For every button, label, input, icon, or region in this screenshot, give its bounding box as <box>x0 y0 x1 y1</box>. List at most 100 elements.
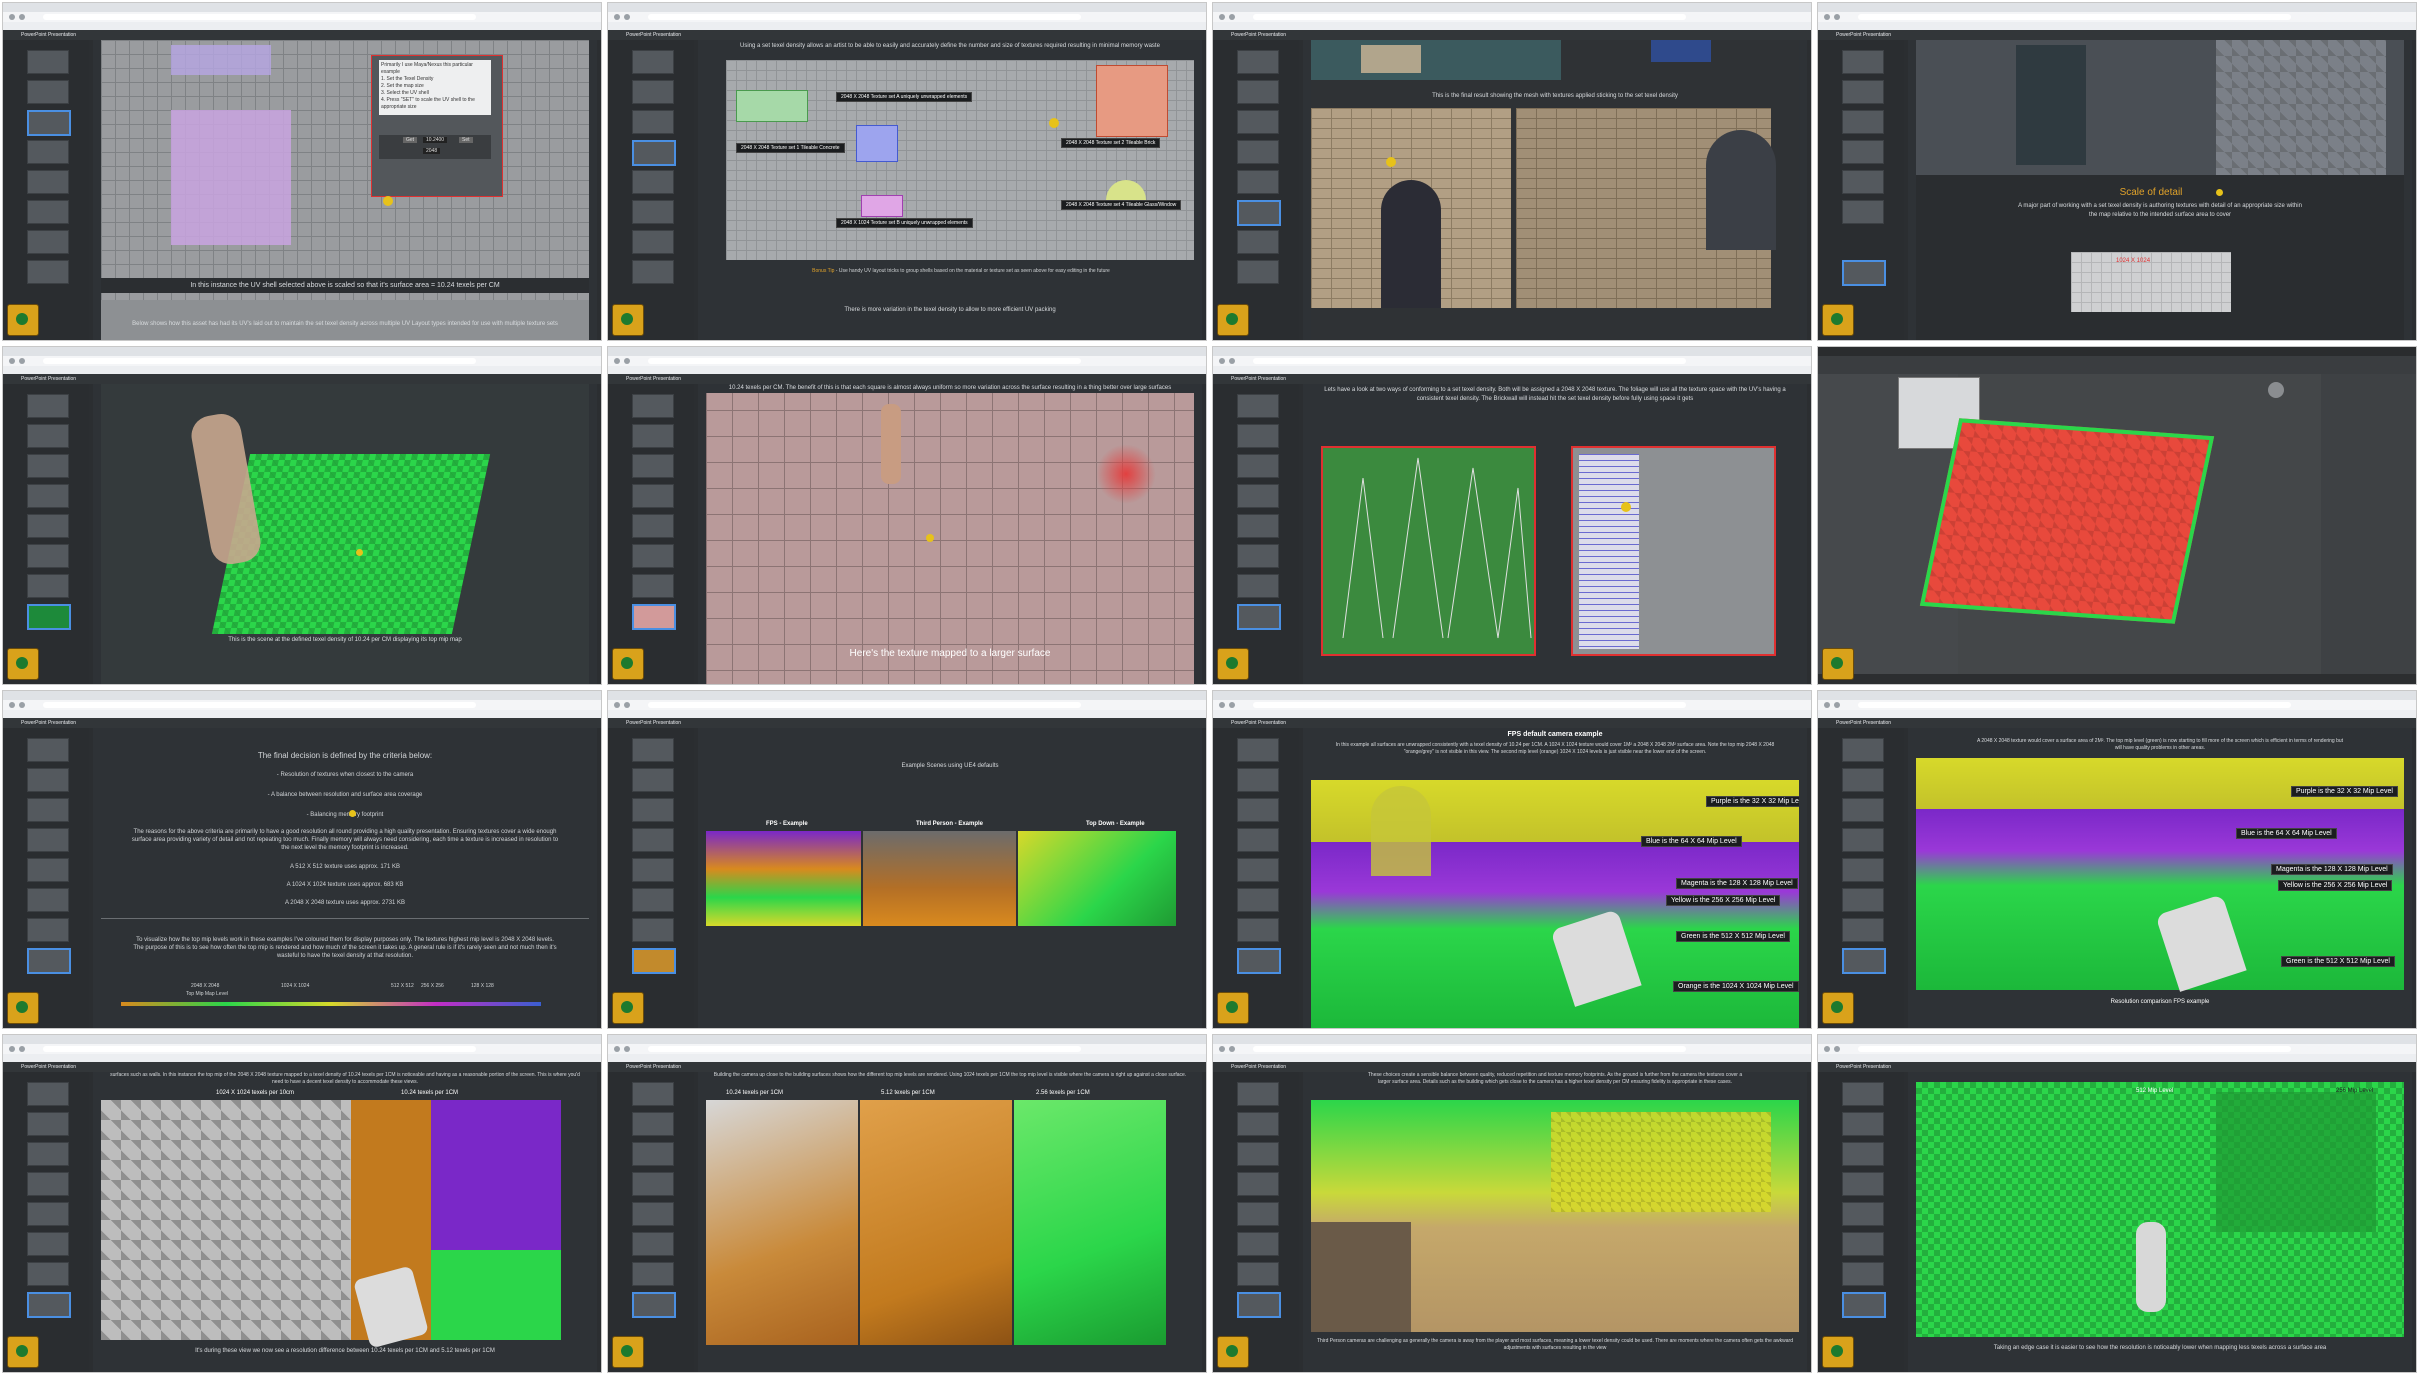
bar-label: 2048 X 2048 <box>191 983 220 989</box>
slide-thumbnails[interactable] <box>1818 728 1904 1028</box>
slide-thumbnails[interactable] <box>1818 1072 1904 1372</box>
slide-footer: Third Person cameras are challenging as … <box>1317 1338 1793 1351</box>
view-label: 1024 X 1024 texels per 10cm <box>216 1090 295 1096</box>
slide-viewer: Primarily I use Maya/Nexus this particul… <box>93 40 597 340</box>
panel-label: Top Down - Example <box>1086 821 1145 827</box>
screenshot-14: PowerPoint Presentation Building the cam… <box>607 1034 1207 1373</box>
slide-caption: Resolution comparison FPS example <box>2110 999 2210 1005</box>
texture-set-label: 2048 X 2048 Texture set A uniquely unwra… <box>836 92 973 102</box>
map-size-field[interactable]: 2048 <box>423 148 441 154</box>
slide-footer: It's during these view we now see a reso… <box>195 1348 495 1354</box>
view-label: 10.24 texels per 1CM <box>401 1090 459 1096</box>
screenshot-10: PowerPoint Presentation Example Scenes u… <box>607 690 1207 1029</box>
channel-logo-icon <box>7 992 39 1024</box>
mip-label: 512 Mip Level <box>2136 1088 2174 1094</box>
mip-label: 256 Mip Level <box>2336 1088 2374 1094</box>
slide-thumbnails[interactable] <box>608 1072 694 1372</box>
app-header: PowerPoint Presentation <box>3 1062 601 1072</box>
instruction-line: 2. Set the map size <box>381 83 424 89</box>
density-field[interactable]: 10.2400 <box>423 137 448 143</box>
slide-paragraph: The reasons for the above criteria are p… <box>131 829 559 851</box>
slide-thumbnails[interactable] <box>1213 1072 1299 1372</box>
set-button[interactable]: Set <box>459 137 473 143</box>
slide-title: The final decision is defined by the cri… <box>257 751 433 760</box>
get-button[interactable]: Get <box>403 137 418 143</box>
slide-header: surfaces such as walls. In this instance… <box>110 1072 580 1085</box>
slide-viewer: Scale of detail A major part of working … <box>1908 40 2412 340</box>
memory-size: A 1024 X 1024 texture uses approx. 683 K… <box>286 882 404 888</box>
slide-thumbnails[interactable] <box>608 40 694 340</box>
mip-legend-tag: Yellow is the 256 X 256 Mip Level <box>2278 880 2393 891</box>
mip-legend-tag: Purple is the 32 X 32 Mip Level <box>2291 786 2398 797</box>
slide-thumbnails[interactable] <box>1213 40 1299 340</box>
view-label: 2.56 texels per 1CM <box>1036 1090 1090 1096</box>
panel-label: FPS - Example <box>766 821 808 827</box>
view-label: 5.12 texels per 1CM <box>881 1090 935 1096</box>
slide-viewer: This is the scene at the defined texel d… <box>93 384 597 684</box>
slide-thumbnails[interactable] <box>1818 40 1904 340</box>
screenshot-6: PowerPoint Presentation 10.24 texels per… <box>607 346 1207 685</box>
slide-header: Example Scenes using UE4 defaults <box>901 763 999 769</box>
slide-header: Building the camera up close to the buil… <box>713 1072 1187 1078</box>
instruction-line: 3. Select the UV shell <box>381 90 429 96</box>
channel-logo-icon <box>1822 992 1854 1024</box>
slide-thumbnails[interactable] <box>1213 384 1299 684</box>
screenshot-7: PowerPoint Presentation Lets have a look… <box>1212 346 1812 685</box>
channel-logo-icon <box>1822 1336 1854 1368</box>
slide-thumbnails[interactable] <box>3 728 89 1028</box>
slide-thumbnails[interactable] <box>608 728 694 1028</box>
channel-logo-icon <box>612 992 644 1024</box>
panel-label: Third Person - Example <box>916 821 984 827</box>
slide-header: 10.24 texels per CM. The benefit of this… <box>706 384 1194 393</box>
slide-thumbnails[interactable] <box>3 384 89 684</box>
slide-thumbnails[interactable] <box>3 1072 89 1372</box>
slide-viewer: These choices create a sensible balance … <box>1303 1072 1807 1372</box>
slide-viewer: Lets have a look at two ways of conformi… <box>1303 384 1807 684</box>
channel-logo-icon <box>7 304 39 336</box>
screenshot-1: PowerPoint Presentation Primarily I use … <box>2 2 602 341</box>
slide-body: A 2048 X 2048 texture would cover a surf… <box>1976 738 2344 751</box>
slide-body: In this example all surfaces are unwrapp… <box>1335 742 1775 755</box>
slide-viewer: Building the camera up close to the buil… <box>698 1072 1202 1372</box>
bar-label: 128 X 128 <box>471 983 494 989</box>
slide-title: FPS default camera example <box>1507 731 1603 738</box>
slide-viewer: This is the final result showing the mes… <box>1303 40 1807 340</box>
instruction-line: 4. Press "SET" to scale the UV shell to … <box>381 97 475 110</box>
slide-thumbnails[interactable] <box>3 40 89 340</box>
slide-caption: This is the scene at the defined texel d… <box>228 637 462 643</box>
instruction-line: Primarily I use Maya/Nexus this particul… <box>381 62 473 75</box>
instruction-line: 1. Set the Texel Density <box>381 76 434 82</box>
channel-logo-icon <box>7 648 39 680</box>
screenshot-grid: PowerPoint Presentation Primarily I use … <box>0 0 2425 1373</box>
slide-header: Lets have a look at two ways of conformi… <box>1324 387 1786 402</box>
texture-set-label: 2048 X 1024 Texture set B uniquely unwra… <box>836 218 973 228</box>
app-header: PowerPoint Presentation <box>1213 374 1811 384</box>
texture-set-label: 2048 X 2048 Texture set 2 Tileable Brick <box>1061 138 1161 148</box>
screenshot-9: PowerPoint Presentation The final decisi… <box>2 690 602 1029</box>
screenshot-15: PowerPoint Presentation These choices cr… <box>1212 1034 1812 1373</box>
bar-title: Top Mip Map Level <box>186 991 228 997</box>
bullet: - A balance between resolution and surfa… <box>267 792 423 798</box>
slide-viewer: A 2048 X 2048 texture would cover a surf… <box>1908 728 2412 1028</box>
screenshot-4: PowerPoint Presentation Scale of detail … <box>1817 2 2417 341</box>
channel-logo-icon <box>612 1336 644 1368</box>
slide-viewer: 10.24 texels per CM. The benefit of this… <box>698 384 1202 684</box>
bar-label: 256 X 256 <box>421 983 444 989</box>
slide-title: Scale of detail <box>2119 187 2183 198</box>
memory-size: A 512 X 512 texture uses approx. 171 KB <box>289 864 401 870</box>
mip-legend-tag: Magenta is the 128 X 128 Mip Level <box>1676 878 1798 889</box>
foliage-uv-wireframe <box>1342 457 1532 639</box>
app-header: PowerPoint Presentation <box>1213 1062 1811 1072</box>
slide-thumbnails[interactable] <box>608 384 694 684</box>
mip-legend-tag: Magenta is the 128 X 128 Mip Level <box>2271 864 2393 875</box>
app-header: PowerPoint Presentation <box>608 718 1206 728</box>
slide-caption: In this instance the UV shell selected a… <box>101 278 589 293</box>
memory-size: A 2048 X 2048 texture uses approx. 2731 … <box>284 900 406 906</box>
screenshot-3: PowerPoint Presentation This is the fina… <box>1212 2 1812 341</box>
bullet: - Resolution of textures when closest to… <box>276 772 414 778</box>
mip-legend-tag: Blue is the 64 X 64 Mip Level <box>2236 828 2337 839</box>
slide-viewer: FPS default camera example In this examp… <box>1303 728 1807 1028</box>
slide-viewer: Using a set texel density allows an arti… <box>698 40 1202 340</box>
slide-thumbnails[interactable] <box>1213 728 1299 1028</box>
mip-legend-tag: Green is the 512 X 512 Mip Level <box>2281 956 2395 967</box>
